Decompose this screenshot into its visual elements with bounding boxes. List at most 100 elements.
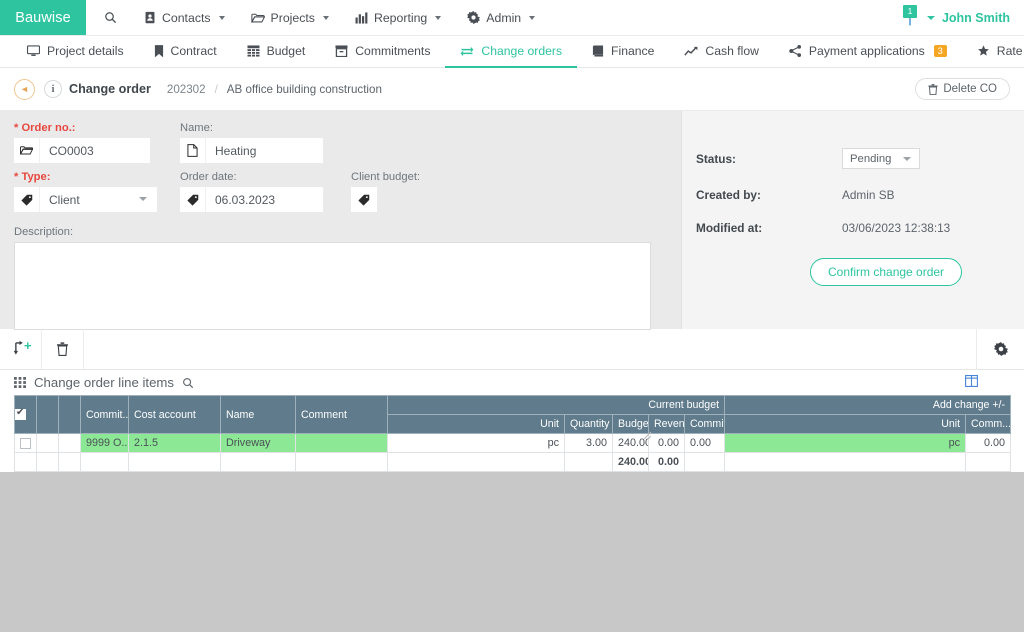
tab-change-orders[interactable]: Change orders (445, 36, 578, 68)
totals-blank-4 (128, 452, 221, 472)
line-items-toolbar: + (0, 329, 1024, 370)
header-commitment[interactable]: Commit... (80, 395, 129, 434)
nav-item-contacts[interactable]: Contacts (131, 0, 238, 35)
tab-contract[interactable]: Contract (139, 36, 232, 68)
order-no-input[interactable]: CO0003 (40, 138, 150, 163)
header-cost-account[interactable]: Cost account (128, 395, 221, 434)
delete-rows-button[interactable] (42, 329, 84, 369)
nav-item-reporting[interactable]: Reporting (342, 0, 454, 35)
row-blank-1 (36, 433, 59, 453)
table-row[interactable]: 9999 O... 2.1.5 Driveway pc 3.00 240.00 … (14, 433, 1012, 453)
back-button[interactable]: ◄ (14, 78, 35, 100)
nav-item-admin[interactable]: Admin (454, 0, 548, 35)
tab-rate-contractors[interactable]: Rate contractors (962, 36, 1024, 68)
header-quantity[interactable]: Quantity (564, 414, 613, 434)
cell-commitment[interactable]: 9999 O... (80, 433, 129, 453)
notification-count-badge: 1 (902, 4, 917, 18)
delete-co-button[interactable]: Delete CO (915, 78, 1010, 100)
cell-change-comm[interactable]: 0.00 (965, 433, 1012, 453)
totals-blank-1 (36, 452, 59, 472)
header-change-comm[interactable]: Comm... (965, 414, 1012, 434)
delete-co-label: Delete CO (943, 83, 997, 95)
breadcrumb: ◄ i Change order 202302 / AB office buil… (0, 68, 1024, 111)
gear-icon (993, 342, 1008, 356)
line-items-section: Change order line items ✔ Commit... Cost… (0, 370, 1024, 472)
tab-commitments-label: Commitments (355, 44, 431, 58)
totals-blank-2 (58, 452, 81, 472)
tab-commitments[interactable]: Commitments (320, 36, 445, 68)
grid-icon (14, 377, 26, 388)
totals-blank-12 (724, 452, 967, 472)
tab-project-details[interactable]: Project details (12, 36, 139, 68)
field-order-no: * Order no.: CO0003 (14, 122, 180, 163)
confirm-change-order-button[interactable]: Confirm change order (810, 258, 963, 286)
row-select-cell[interactable] (14, 433, 37, 453)
totals-blank-6 (295, 452, 388, 472)
created-by-label: Created by: (696, 188, 761, 202)
cell-change-unit[interactable]: pc (724, 433, 967, 453)
grid-settings-button[interactable] (976, 329, 1024, 369)
chevron-down-icon (529, 15, 536, 20)
trash-icon (56, 342, 69, 356)
payment-applications-badge: 3 (933, 45, 947, 57)
client-budget-control[interactable] (351, 187, 420, 212)
cell-cost-account[interactable]: 2.1.5 (128, 433, 221, 453)
chevron-down-icon (218, 15, 225, 20)
add-row-button[interactable]: + (0, 329, 42, 369)
search-icon (104, 11, 117, 24)
tab-payment-applications[interactable]: Payment applications 3 (774, 36, 962, 68)
brand-logo[interactable]: Bauwise (0, 0, 86, 35)
star-icon (977, 45, 990, 57)
row-checkbox[interactable] (20, 437, 31, 449)
header-name[interactable]: Name (220, 395, 296, 434)
info-icon[interactable]: i (44, 80, 62, 98)
form-row-2: * Type: Client Order date: 06.03.2023 Cl… (14, 171, 667, 220)
header-unit[interactable]: Unit (387, 414, 565, 434)
description-textarea[interactable] (14, 242, 651, 330)
created-by-row: Created by: Admin SB (696, 188, 1024, 202)
tab-finance[interactable]: Finance (577, 36, 669, 68)
header-blank-1 (36, 395, 59, 434)
global-search-button[interactable] (86, 0, 131, 35)
header-change-unit[interactable]: Unit (724, 414, 967, 434)
chevron-down-icon (322, 15, 329, 20)
order-no-control[interactable]: CO0003 (14, 138, 180, 163)
table-icon (247, 45, 260, 57)
totals-blank-11 (683, 452, 726, 472)
header-comment[interactable]: Comment (295, 395, 388, 434)
header-budget[interactable]: Budget (612, 414, 649, 434)
nav-item-projects[interactable]: Projects (238, 0, 342, 35)
status-value: Pending (850, 152, 892, 165)
modified-at-value: 03/06/2023 12:38:13 (842, 221, 951, 235)
order-date-input[interactable]: 06.03.2023 (206, 187, 323, 212)
status-select[interactable]: Pending (842, 148, 920, 169)
order-date-control[interactable]: 06.03.2023 (180, 187, 351, 212)
cell-name[interactable]: Driveway (220, 433, 296, 453)
totals-budget: 240.00 (612, 452, 649, 472)
nav-item-admin-label: Admin (486, 10, 522, 25)
created-by-value: Admin SB (842, 188, 895, 202)
field-client-budget: Client budget: (351, 171, 420, 212)
type-control[interactable]: Client (14, 187, 180, 212)
header-revenue[interactable]: Revenue (648, 414, 685, 434)
tab-budget[interactable]: Budget (232, 36, 321, 68)
change-order-form-panel: * Order no.: CO0003 Name: Heating * Type… (0, 111, 1024, 440)
select-all-checkbox[interactable] (15, 407, 26, 421)
notifications-button[interactable]: 1 (900, 4, 920, 31)
name-control[interactable]: Heating (180, 138, 351, 163)
tab-cash-flow[interactable]: Cash flow (669, 36, 774, 68)
grid-search-icon[interactable] (182, 377, 194, 389)
page-title: Change order (69, 82, 151, 96)
user-name-label[interactable]: John Smith (942, 11, 1010, 25)
cell-comment[interactable] (295, 433, 388, 453)
trash-icon (928, 83, 938, 95)
name-input[interactable]: Heating (206, 138, 323, 163)
select-all-header[interactable] (14, 395, 37, 434)
cell-quantity: 3.00 (564, 433, 613, 453)
chevron-down-icon[interactable] (926, 15, 935, 20)
header-commit-amount[interactable]: Commit... (683, 414, 726, 434)
totals-revenue: 0.00 (648, 452, 685, 472)
share-icon (789, 45, 802, 57)
split-columns-icon[interactable] (965, 374, 978, 392)
